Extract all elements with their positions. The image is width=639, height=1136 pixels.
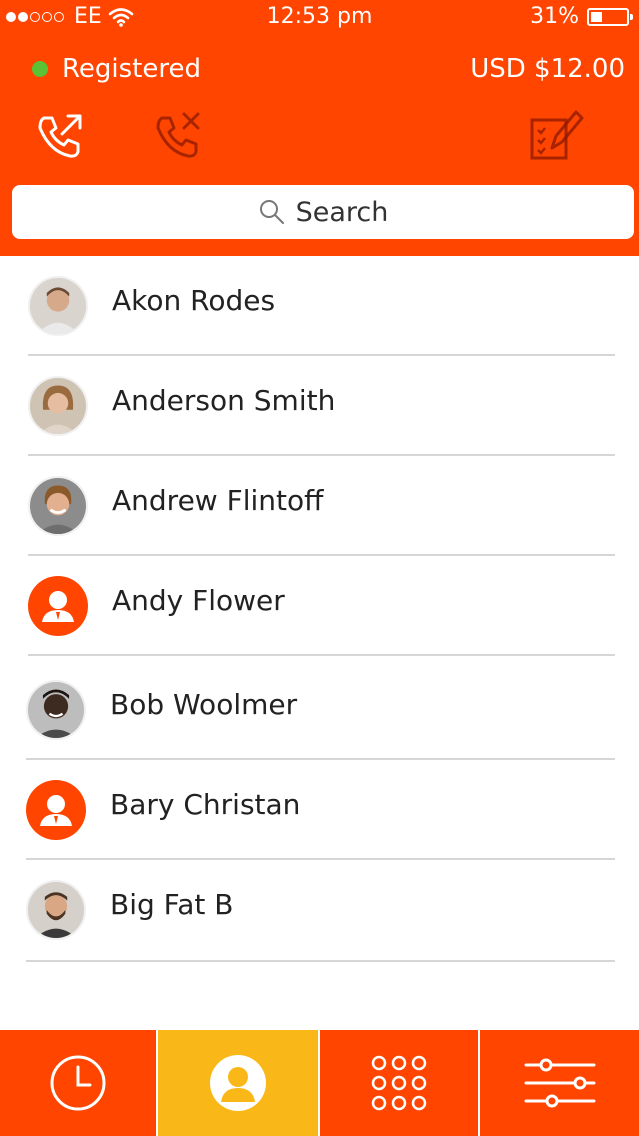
contact-name: Bob Woolmer — [110, 688, 298, 721]
app-header: EE 12:53 pm 31% Registered USD $12.00 Se… — [0, 0, 639, 256]
registration-status: Registered — [32, 54, 201, 84]
contact-row[interactable]: Andrew Flintoff — [0, 456, 639, 556]
missed-call-icon[interactable] — [150, 108, 206, 164]
contact-name: Andrew Flintoff — [112, 484, 324, 517]
contacts-icon — [210, 1055, 266, 1111]
avatar — [28, 476, 88, 536]
outgoing-call-icon[interactable] — [32, 108, 88, 164]
notes-edit-icon[interactable] — [528, 108, 584, 164]
account-balance: USD $12.00 — [470, 54, 625, 84]
contact-row[interactable]: Akon Rodes — [0, 256, 639, 356]
tab-recents[interactable] — [0, 1030, 157, 1136]
contact-name: Anderson Smith — [112, 384, 336, 417]
battery-percent: 31% — [530, 4, 579, 29]
bottom-tab-bar — [0, 1030, 639, 1136]
avatar — [28, 276, 88, 336]
contact-row[interactable]: Big Fat B — [0, 860, 639, 962]
default-user-icon — [28, 576, 88, 636]
status-bar: EE 12:53 pm 31% — [0, 0, 639, 36]
battery-status: 31% — [530, 4, 633, 29]
tab-contacts[interactable] — [156, 1030, 318, 1136]
dialpad-icon — [371, 1055, 427, 1111]
status-indicator-dot — [32, 61, 48, 77]
tab-settings[interactable] — [478, 1030, 639, 1136]
avatar — [28, 376, 88, 436]
search-placeholder: Search — [295, 196, 389, 228]
registration-label: Registered — [62, 54, 201, 84]
search-input[interactable]: Search — [12, 185, 634, 239]
contact-name: Bary Christan — [110, 788, 301, 821]
search-icon — [259, 200, 284, 224]
contact-name: Big Fat B — [110, 888, 234, 921]
contact-row[interactable]: Bary Christan — [0, 760, 639, 860]
clock-icon — [50, 1055, 106, 1111]
settings-sliders-icon — [524, 1058, 595, 1108]
contact-name: Andy Flower — [112, 584, 285, 617]
avatar — [26, 680, 86, 740]
default-user-icon — [26, 780, 86, 840]
contact-row[interactable]: Andy Flower — [0, 556, 639, 656]
tab-dialpad[interactable] — [318, 1030, 478, 1136]
contact-list: Akon Rodes Anderson Smith Andrew Flintof… — [0, 256, 639, 962]
divider — [26, 960, 615, 962]
contact-name: Akon Rodes — [112, 284, 276, 317]
battery-icon — [587, 7, 633, 26]
contact-row[interactable]: Bob Woolmer — [0, 656, 639, 760]
avatar — [26, 880, 86, 940]
contact-row[interactable]: Anderson Smith — [0, 356, 639, 456]
